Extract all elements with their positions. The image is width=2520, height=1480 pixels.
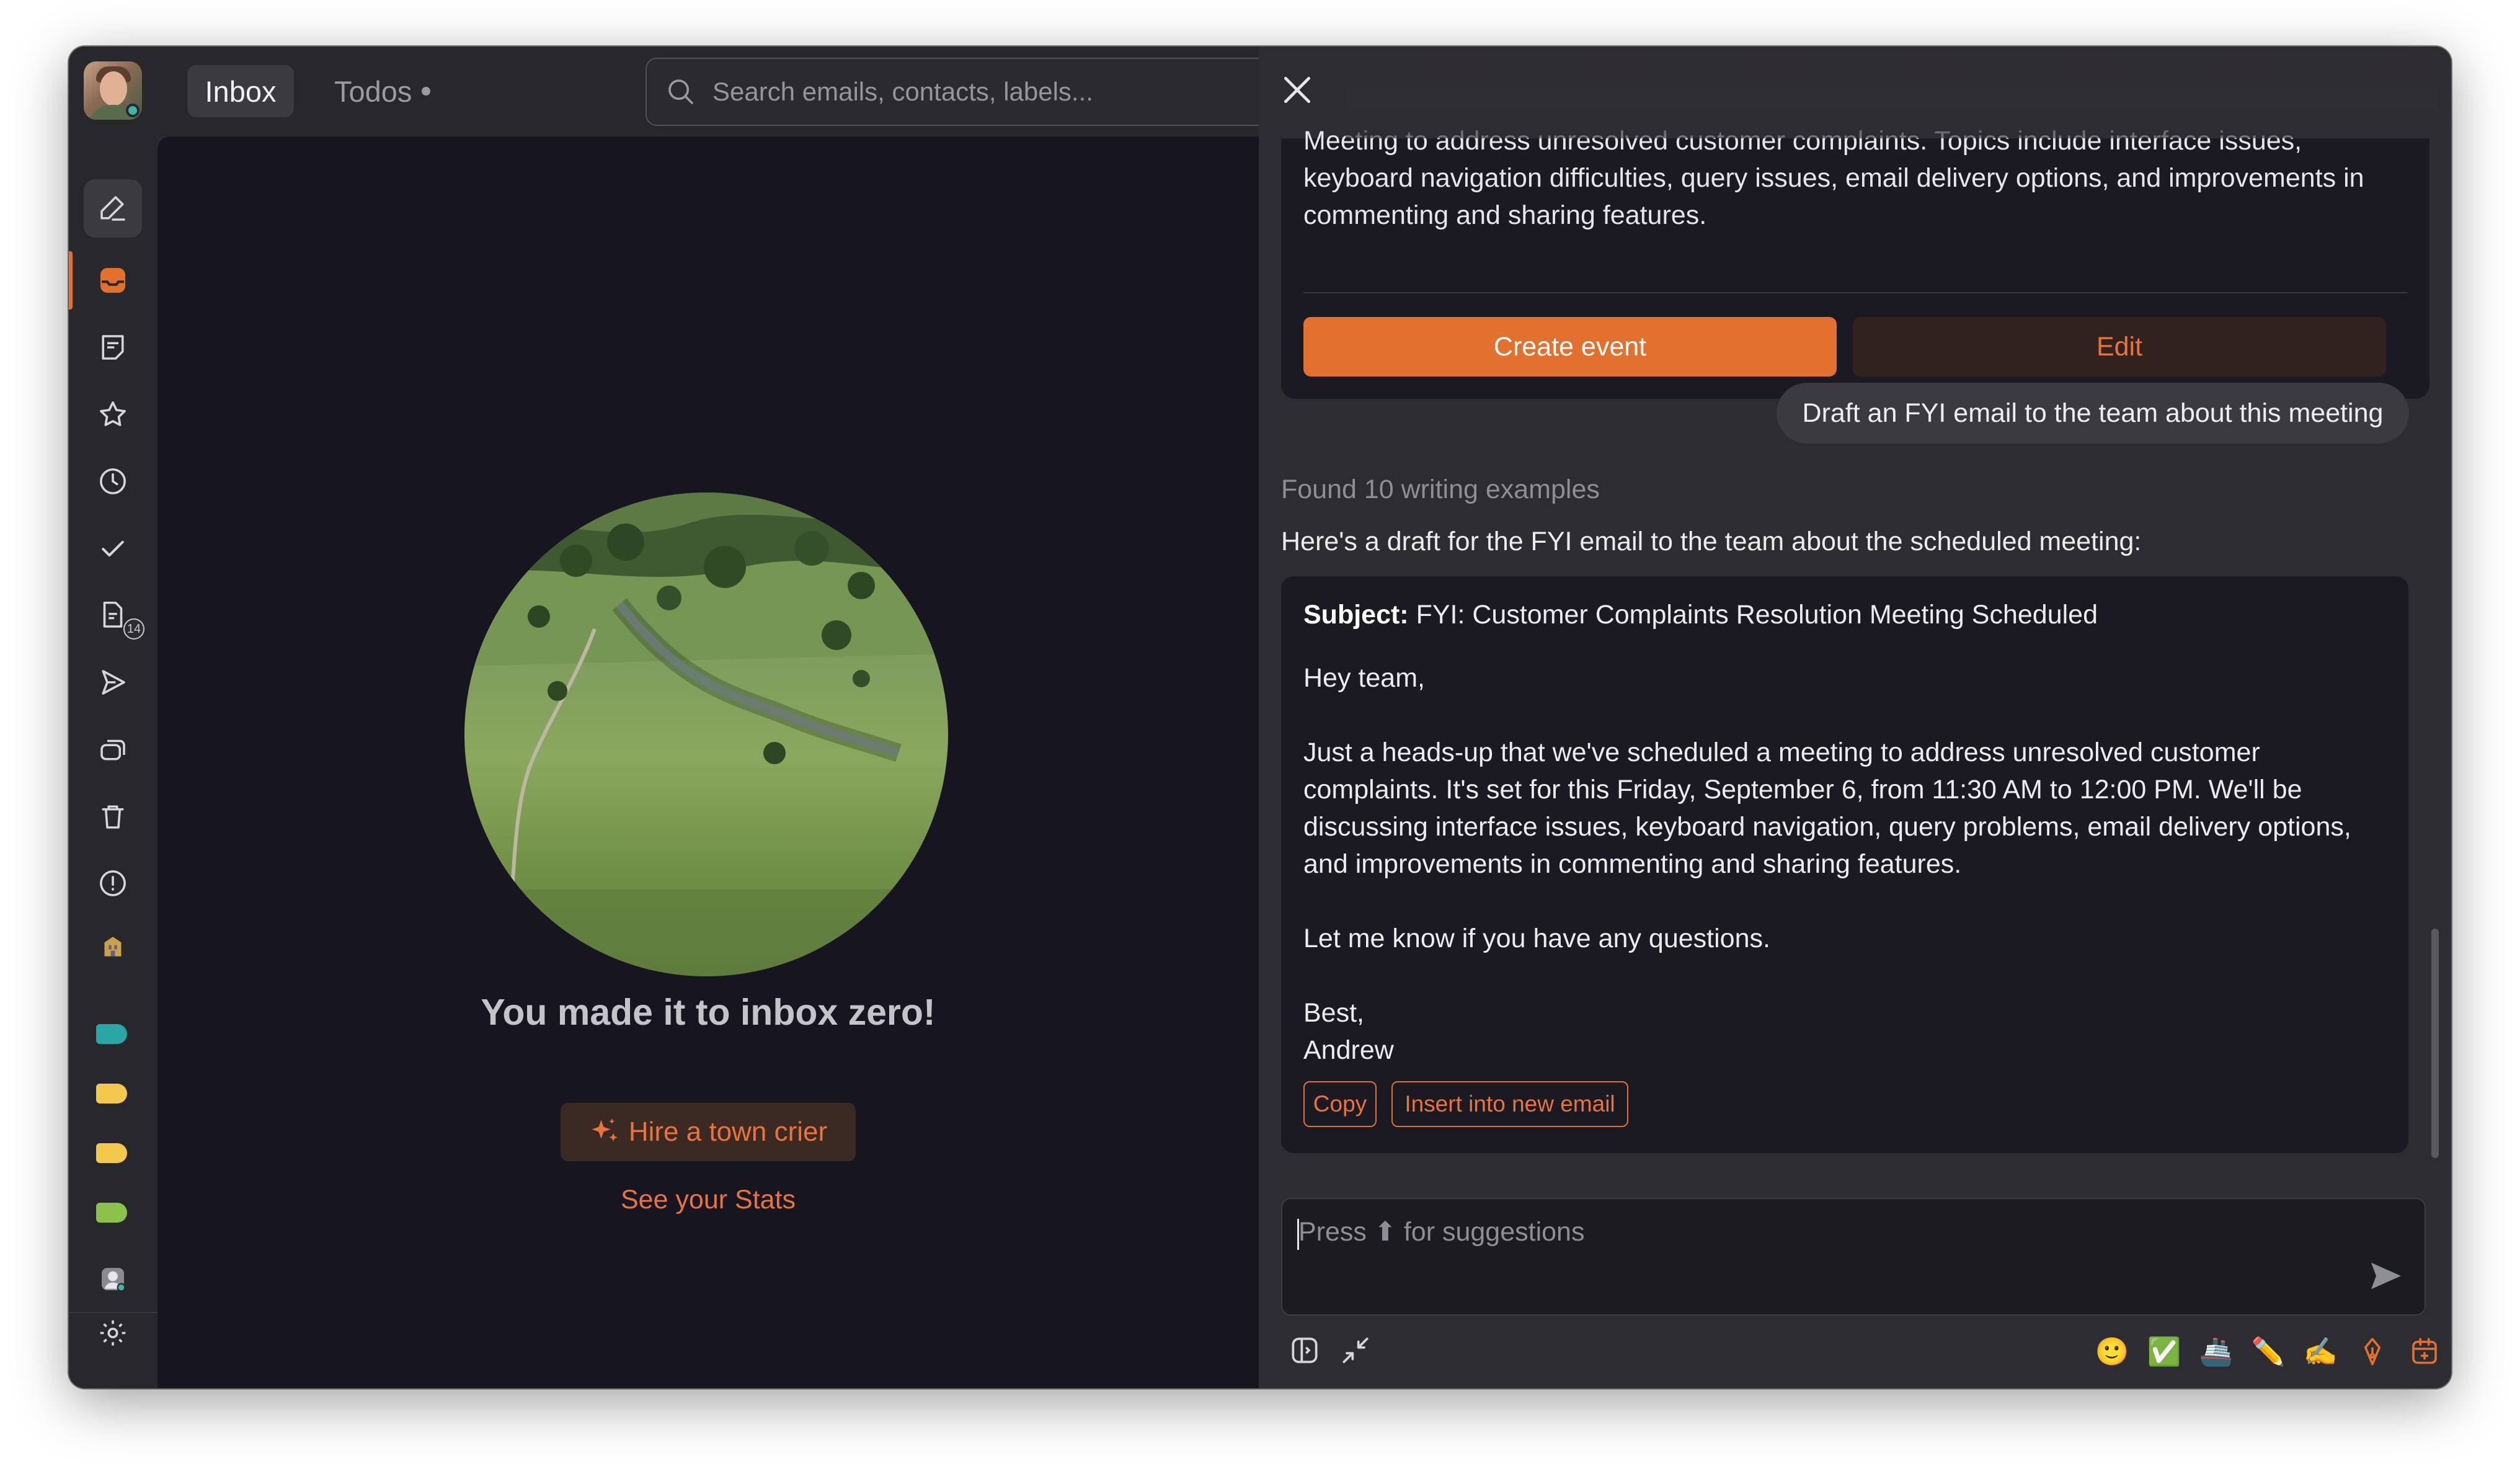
panel-header-fade <box>1346 47 2437 138</box>
calendar-icon <box>2412 1337 2437 1364</box>
assistant-panel: Meeting to address unresolved customer c… <box>1259 47 2451 1388</box>
scheduled-count-badge: 14 <box>123 618 144 640</box>
stack-icon <box>100 739 125 760</box>
settings-button[interactable] <box>84 1303 142 1363</box>
emoji-ship-button[interactable]: 🚢 <box>2198 1333 2235 1370</box>
label-yellow-1[interactable] <box>96 1084 127 1103</box>
alert-icon <box>100 870 126 896</box>
tab-inbox[interactable]: Inbox <box>187 65 294 117</box>
clock-icon <box>100 468 126 494</box>
assistant-composer[interactable] <box>1281 1198 2426 1316</box>
sidebar: 14 <box>69 47 158 1388</box>
sidebar-toggle-icon <box>96 1384 130 1388</box>
emoji-check-button[interactable]: ✅ <box>2145 1333 2183 1370</box>
subject-label: Subject: <box>1303 600 1409 630</box>
sidebar-item-all-mail[interactable] <box>84 720 142 778</box>
sidebar-item-spam[interactable] <box>84 854 142 912</box>
inbox-zero-headline: You made it to inbox zero! <box>481 992 936 1033</box>
emoji-writing-hand-button[interactable]: ✍️ <box>2302 1333 2339 1370</box>
edit-event-button[interactable]: Edit <box>1853 317 2386 377</box>
label-teal[interactable] <box>96 1024 127 1044</box>
check-icon <box>102 540 124 557</box>
panel-toggle-icon <box>1292 1337 1318 1363</box>
inbox-icon <box>100 267 126 293</box>
active-indicator <box>69 251 73 310</box>
inbox-zero-landscape-image <box>464 493 948 976</box>
contact-avatar-icon <box>102 1268 126 1292</box>
label-green[interactable] <box>96 1203 127 1223</box>
sparkle-icon <box>592 1118 618 1142</box>
label-yellow-2[interactable] <box>96 1143 127 1163</box>
search-icon <box>668 79 693 104</box>
event-card: Meeting to address unresolved customer c… <box>1281 126 2429 399</box>
event-card-divider <box>1303 292 2407 293</box>
see-stats-link[interactable]: See your Stats <box>158 1185 1259 1215</box>
sidebar-item-sent[interactable] <box>84 653 142 711</box>
calendar-add-button[interactable] <box>2406 1333 2443 1370</box>
draft-body: Hey team, Just a heads-up that we've sch… <box>1303 663 2351 1065</box>
collapse-sidebar-button[interactable] <box>84 1371 142 1388</box>
tab-todos[interactable]: Todos <box>334 65 431 117</box>
insert-into-new-email-button[interactable]: Insert into new email <box>1391 1081 1628 1127</box>
send-icon <box>102 670 125 695</box>
app-window: 14 Inbox Todos Search emails, contacts, … <box>69 47 2451 1388</box>
tab-todos-label: Todos <box>334 74 412 108</box>
draft-subject-line: Subject: FYI: Customer Complaints Resolu… <box>1303 600 2098 630</box>
online-status-dot <box>126 104 140 117</box>
send-arrow-icon <box>2371 1262 2401 1290</box>
sidebar-item-inbox[interactable] <box>84 251 142 310</box>
avatar[interactable] <box>84 61 142 120</box>
emoji-pencil-button[interactable]: ✏️ <box>2250 1333 2287 1370</box>
sidebar-item-snoozed[interactable] <box>84 452 142 510</box>
minimize-panel-button[interactable] <box>1338 1333 1375 1370</box>
send-button[interactable] <box>2366 1256 2406 1296</box>
star-icon <box>100 401 126 426</box>
pen-tool-button[interactable] <box>2354 1333 2391 1370</box>
compose-icon <box>100 196 125 221</box>
hire-town-crier-button[interactable]: Hire a town crier <box>561 1103 856 1161</box>
sidebar-item-split[interactable] <box>84 917 142 976</box>
trash-icon <box>102 805 124 829</box>
gear-icon <box>100 1320 126 1346</box>
copy-button[interactable]: Copy <box>1303 1081 1377 1127</box>
subject-text: FYI: Customer Complaints Resolution Meet… <box>1416 600 2098 630</box>
assistant-input[interactable] <box>1297 1215 2354 1255</box>
pen-nib-icon <box>2364 1337 2381 1366</box>
found-examples-status: Found 10 writing examples <box>1281 475 1600 504</box>
close-icon <box>1284 76 1311 104</box>
create-event-button[interactable]: Create event <box>1303 317 1837 377</box>
user-message-bubble: Draft an FYI email to the team about thi… <box>1777 383 2409 444</box>
inbox-main: You made it to inbox zero! Hire a town c… <box>158 136 1259 1388</box>
sidebar-item-trash[interactable] <box>84 787 142 845</box>
emoji-smile-button[interactable]: 🙂 <box>2093 1333 2131 1370</box>
building-icon <box>104 937 122 956</box>
sidebar-item-done[interactable] <box>84 519 142 577</box>
search-input[interactable] <box>711 76 1272 107</box>
close-panel-button[interactable] <box>1277 70 1317 110</box>
event-description: Meeting to address unresolved customer c… <box>1303 126 2364 230</box>
collapse-arrows-icon <box>1342 1337 1369 1363</box>
hire-button-label: Hire a town crier <box>628 1117 828 1147</box>
draft-email-card: Subject: FYI: Customer Complaints Resolu… <box>1281 576 2408 1153</box>
sidebar-item-scheduled[interactable]: 14 <box>84 586 144 644</box>
search-bar[interactable] <box>646 58 1323 126</box>
top-bar: Inbox Todos <box>158 47 1323 136</box>
sidebar-item-starred[interactable] <box>84 385 142 444</box>
shared-inbox-avatar[interactable] <box>84 1250 142 1308</box>
assistant-intro-text: Here's a draft for the FYI email to the … <box>1281 527 2142 556</box>
toggle-panel-button[interactable] <box>1287 1333 1324 1370</box>
compose-button[interactable] <box>84 179 142 238</box>
panel-scrollbar[interactable] <box>2431 929 2439 1158</box>
sidebar-item-drafts[interactable] <box>84 318 142 377</box>
note-icon <box>102 335 124 360</box>
todos-indicator-dot <box>422 87 431 96</box>
